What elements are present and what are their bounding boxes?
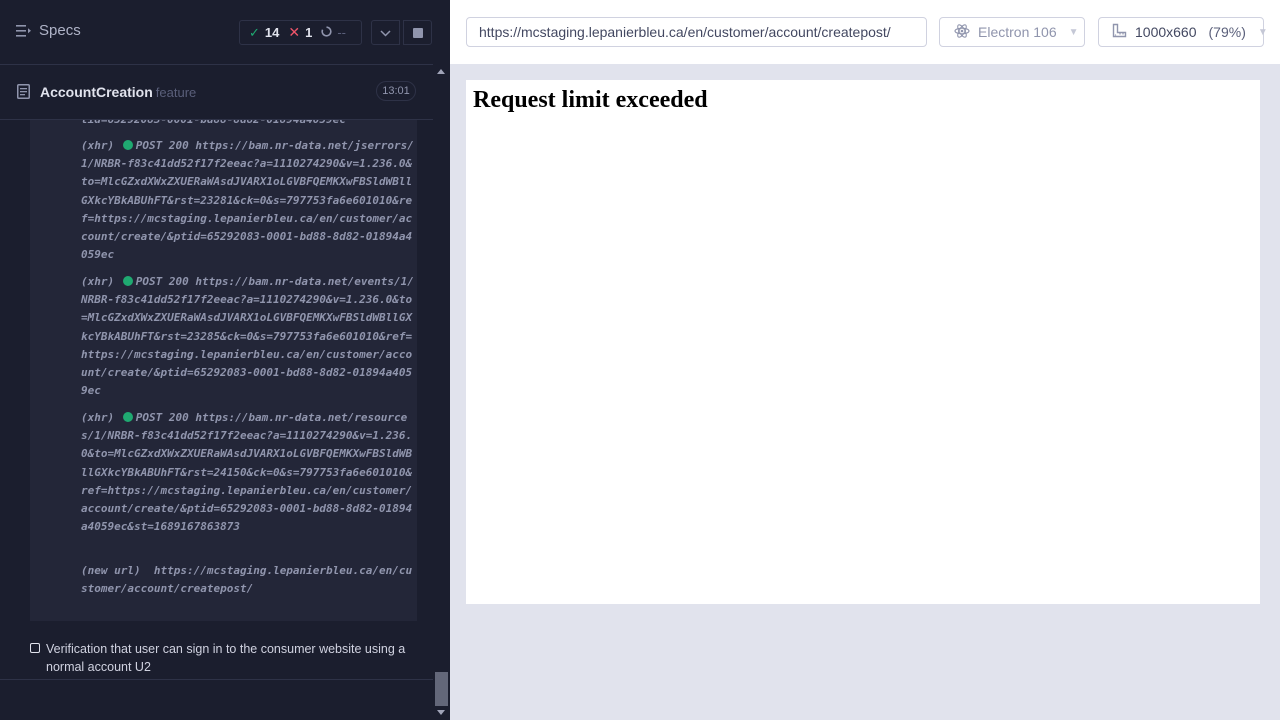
log-entry-method: POST 200: [135, 275, 189, 288]
log-entry-url: https://bam.nr-data.net/events/1/NRBR-f8…: [81, 275, 414, 398]
status-dot-icon: [122, 140, 133, 150]
list-collapse-icon: [16, 24, 31, 37]
spec-header[interactable]: AccountCreation feature: [0, 65, 433, 120]
log-entry-xhr[interactable]: (xhr) POST 200 https://bam.nr-data.net/e…: [81, 273, 417, 400]
chevron-down-icon: ▼: [1068, 26, 1079, 38]
document-icon: [17, 84, 30, 104]
x-icon: ✕: [288, 24, 301, 40]
spec-duration: 13:01: [376, 81, 416, 101]
divider: [0, 679, 433, 680]
test-status-icon: [30, 643, 40, 653]
page-heading: Request limit exceeded: [473, 87, 708, 113]
test-item[interactable]: Verification that user can sign in to th…: [30, 640, 420, 676]
reporter-scrollbar[interactable]: [433, 64, 450, 720]
log-entry-xhr[interactable]: (xhr) POST 200 https://bam.nr-data.net/j…: [81, 137, 417, 264]
log-entry-new-url[interactable]: (new url) https://mcstaging.lepanierbleu…: [81, 562, 417, 598]
chevron-down-icon: ▼: [1257, 26, 1268, 38]
failed-count: 1: [305, 25, 313, 40]
ruler-icon: [1112, 23, 1127, 41]
scroll-up-icon[interactable]: [437, 69, 445, 74]
spec-file-name: AccountCreation: [40, 84, 153, 100]
app-under-test-panel: https://mcstaging.lepanierbleu.ca/en/cus…: [450, 0, 1280, 720]
passed-count: 14: [264, 25, 280, 40]
aut-iframe[interactable]: Request limit exceeded: [466, 80, 1260, 604]
stop-icon: [412, 27, 423, 38]
auto-scroll-button[interactable]: [371, 20, 400, 45]
spec-tag: feature: [155, 85, 197, 100]
log-entry-url: https://bam.nr-data.net/resources/1/NRBR…: [81, 411, 413, 534]
log-entry-type: (xhr): [81, 411, 115, 424]
log-entry-type: (new url): [81, 564, 141, 577]
pending-icon: [321, 25, 332, 40]
viewport-scale: (79%): [1208, 24, 1246, 40]
log-entry-method: POST 200: [135, 139, 189, 152]
viewport-selector[interactable]: 1000x660 (79%) ▼: [1098, 17, 1268, 47]
aut-toolbar: https://mcstaging.lepanierbleu.ca/en/cus…: [450, 0, 1280, 64]
chevron-down-icon: [380, 24, 391, 42]
check-icon: ✓: [249, 24, 260, 40]
log-entry-type: (xhr): [81, 139, 115, 152]
failed-stat: ✕ 1: [279, 24, 312, 41]
scrollbar-thumb[interactable]: [435, 672, 448, 706]
scroll-down-icon[interactable]: [437, 710, 445, 715]
test-title: Verification that user can sign in to th…: [46, 642, 406, 674]
specs-label: Specs: [39, 22, 81, 39]
test-stats: ✓ 14 ✕ 1 --: [239, 20, 362, 45]
reporter-header: Specs ✓ 14 ✕ 1 --: [0, 0, 433, 65]
status-dot-icon: [122, 276, 133, 286]
pending-count: --: [337, 25, 347, 40]
spec-name: AccountCreation feature: [40, 84, 196, 100]
electron-icon: [954, 23, 970, 42]
reporter-panel: Specs ✓ 14 ✕ 1 -- AccountCreation featur…: [0, 0, 450, 720]
command-log: tid=65292083-0001-bd88-8d82-01894a4059ec…: [30, 110, 417, 621]
browser-selector[interactable]: Electron 106 ▼: [939, 17, 1085, 47]
specs-list-toggle[interactable]: Specs: [16, 22, 81, 39]
log-entry-type: (xhr): [81, 275, 115, 288]
log-entry-url: https://bam.nr-data.net/jserrors/1/NRBR-…: [81, 139, 414, 262]
stop-button[interactable]: [403, 20, 432, 45]
pending-stat: --: [312, 25, 346, 40]
passed-stat: ✓ 14: [240, 25, 279, 41]
status-dot-icon: [122, 412, 133, 422]
log-entry-xhr[interactable]: (xhr) POST 200 https://bam.nr-data.net/r…: [81, 409, 417, 536]
viewport-size: 1000x660: [1135, 24, 1197, 40]
aut-url-field[interactable]: https://mcstaging.lepanierbleu.ca/en/cus…: [466, 17, 927, 47]
log-entry-method: POST 200: [135, 411, 189, 424]
browser-name: Electron 106: [978, 24, 1057, 40]
